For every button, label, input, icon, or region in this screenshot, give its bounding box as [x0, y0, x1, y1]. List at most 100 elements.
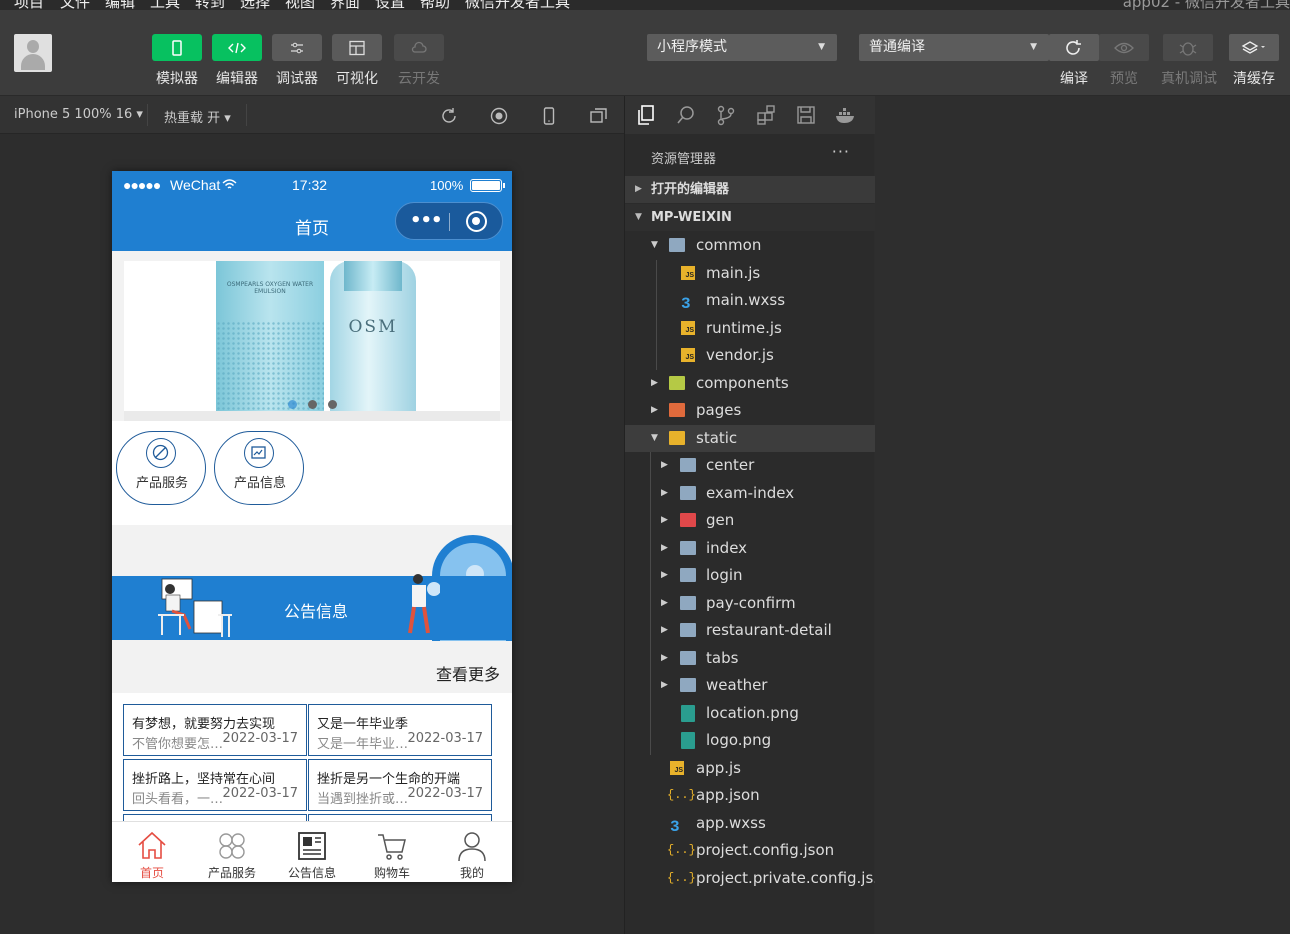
tree-file[interactable]: JS app.js [625, 755, 875, 782]
menu-help[interactable]: 帮助 [420, 0, 450, 10]
popout-icon[interactable] [589, 106, 609, 126]
close-target-icon[interactable] [466, 211, 487, 232]
tree-file[interactable]: {..} project.private.config.js... [625, 865, 888, 892]
remote-debug-button[interactable] [1163, 34, 1213, 61]
clear-cache-button[interactable] [1229, 34, 1279, 61]
cloud-button[interactable] [394, 34, 444, 61]
tree-item-label: index [706, 538, 748, 557]
compile-button[interactable] [1049, 34, 1099, 61]
chevron-down-icon: ▼ [635, 212, 642, 222]
category-row: 产品服务 产品信息 [112, 421, 512, 525]
tree-item-label: location.png [706, 703, 799, 722]
tree-file[interactable]: JS runtime.js [625, 315, 875, 342]
menu-file[interactable]: 文件 [60, 0, 90, 10]
view-more-link[interactable]: 查看更多 [436, 661, 500, 685]
tab-cart[interactable]: 购物车 [352, 822, 432, 882]
visual-button[interactable] [332, 34, 382, 61]
category-product-info[interactable]: 产品信息 [214, 431, 304, 505]
debugger-button[interactable] [272, 34, 322, 61]
tree-folder[interactable]: ▶ pages [625, 397, 875, 424]
menu-settings[interactable]: 设置 [375, 0, 405, 10]
avatar[interactable] [14, 34, 52, 72]
menu-devtools[interactable]: 微信开发者工具 [465, 0, 570, 10]
cloud-label: 云开发 [398, 71, 440, 87]
more-icon[interactable]: ••• [410, 210, 443, 231]
tree-file[interactable]: {..} app.json [625, 782, 875, 809]
tree-file[interactable]: JS main.js [625, 260, 875, 287]
eye-icon [1114, 42, 1134, 53]
notice-card[interactable]: 挫折是另一个生命的开端 当遇到挫折或失败时 2022-03-17 [308, 759, 492, 811]
category-product-service[interactable]: 产品服务 [116, 431, 206, 505]
device-select[interactable]: iPhone 5 100% 16 ▾ [14, 107, 143, 122]
menu-bar: 项目 文件 编辑 工具 转到 选择 视图 界面 设置 帮助 微信开发者工具 ap… [0, 0, 1290, 10]
docker-icon[interactable] [835, 104, 857, 126]
tree-folder[interactable]: ▶ restaurant-detail [625, 617, 875, 644]
save-icon[interactable] [795, 104, 817, 126]
tree-folder[interactable]: ▼ common [625, 232, 875, 259]
debug-sliders-icon [291, 42, 303, 53]
menu-goto[interactable]: 转到 [195, 0, 225, 10]
office-illustration [158, 578, 232, 637]
tree-item-label: app.wxss [696, 813, 766, 832]
compile-select[interactable]: 普通编译 ▼ [859, 34, 1049, 61]
more-icon[interactable]: ··· [832, 142, 850, 161]
tree-folder[interactable]: ▶ index [625, 535, 875, 562]
tab-notice[interactable]: 公告信息 [272, 822, 352, 882]
tree-folder[interactable]: ▶ tabs [625, 645, 875, 672]
device-icon[interactable] [539, 106, 559, 126]
tree-folder[interactable]: ▶ pay-confirm [625, 590, 875, 617]
extensions-icon[interactable] [755, 104, 777, 126]
simulator-button[interactable] [152, 34, 202, 61]
menu-project[interactable]: 项目 [14, 0, 44, 10]
chevron-right-icon: ▶ [661, 542, 668, 553]
tree-folder[interactable]: ▶ exam-index [625, 480, 875, 507]
tree-folder[interactable]: ▶ login [625, 562, 875, 589]
files-icon[interactable] [635, 104, 657, 126]
tab-home[interactable]: 首页 [112, 822, 192, 882]
menu-tools[interactable]: 工具 [150, 0, 180, 10]
mp-weixin-section[interactable]: ▼ MP-WEIXIN [625, 204, 875, 231]
tab-mine[interactable]: 我的 [432, 822, 512, 882]
tree-file[interactable]: JS vendor.js [625, 342, 875, 369]
phone-icon [172, 39, 182, 56]
chevron-right-icon: ▶ [661, 597, 668, 608]
menu-select[interactable]: 选择 [240, 0, 270, 10]
notice-card[interactable]: 有梦想，就要努力去实现 不管你想要怎样的生活 2022-03-17 [123, 704, 307, 756]
record-icon[interactable] [489, 106, 509, 126]
folder-icon [669, 403, 685, 417]
tree-file[interactable]: {..} project.config.json [625, 837, 875, 864]
tree-folder[interactable]: ▶ gen [625, 507, 875, 534]
tree-folder[interactable]: ▶ center [625, 452, 875, 479]
search-icon[interactable] [675, 104, 697, 126]
tab-product-service[interactable]: 产品服务 [192, 822, 272, 882]
tree-file[interactable]: logo.png [625, 727, 875, 754]
tree-item-label: components [696, 373, 789, 392]
rotate-icon[interactable] [439, 106, 459, 126]
source-control-icon[interactable] [715, 104, 737, 126]
preview-button[interactable] [1099, 34, 1149, 61]
wifi-icon [222, 179, 237, 189]
refresh-icon [1066, 39, 1081, 55]
carousel-banner[interactable]: OSMPEARLS OXYGEN WATER EMULSION OSM [124, 261, 500, 421]
carousel-dot[interactable] [328, 400, 337, 409]
tree-file[interactable]: 3 app.wxss [625, 810, 875, 837]
tree-item-label: pay-confirm [706, 593, 796, 612]
carousel-dot[interactable] [308, 400, 317, 409]
tree-file[interactable]: location.png [625, 700, 875, 727]
editor-button[interactable] [212, 34, 262, 61]
menu-view[interactable]: 视图 [285, 0, 315, 10]
hot-reload-toggle[interactable]: 热重载 开 ▾ [164, 107, 231, 126]
menu-interface[interactable]: 界面 [330, 0, 360, 10]
carousel-dot[interactable] [288, 400, 297, 409]
mode-select[interactable]: 小程序模式 ▼ [647, 34, 837, 61]
js-file-icon: JS [681, 320, 695, 335]
tree-folder[interactable]: ▶ weather [625, 672, 875, 699]
notice-card[interactable]: 又是一年毕业季 又是一年毕业季的到来 2022-03-17 [308, 704, 492, 756]
notice-card[interactable]: 挫折路上，坚持常在心间 回头看看，一路走来 2022-03-17 [123, 759, 307, 811]
menu-edit[interactable]: 编辑 [105, 0, 135, 10]
tree-file[interactable]: 3 main.wxss [625, 287, 875, 314]
explorer-panel: 资源管理器 ··· ▶ 打开的编辑器 ▼ MP-WEIXIN ▼ common JS… [624, 96, 888, 934]
tree-folder[interactable]: ▶ components [625, 370, 875, 397]
open-editors-section[interactable]: ▶ 打开的编辑器 [625, 176, 875, 203]
tree-folder[interactable]: ▼ static [625, 424, 875, 452]
